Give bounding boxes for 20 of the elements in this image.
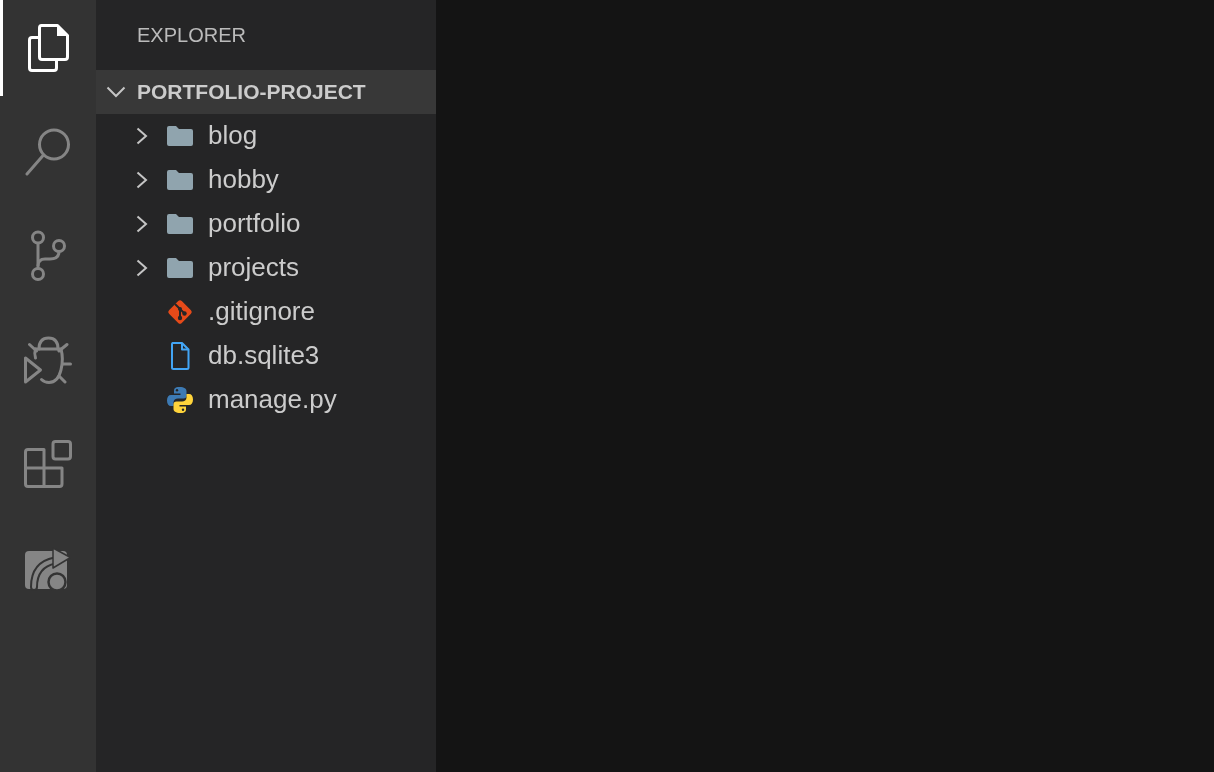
folder-name[interactable]: portfolio	[208, 208, 301, 240]
folder-icon	[166, 257, 194, 279]
file-name[interactable]: manage.py	[208, 384, 337, 416]
file-icon	[170, 342, 190, 370]
folder-name[interactable]: hobby	[208, 164, 279, 196]
file-name[interactable]: .gitignore	[208, 296, 315, 328]
folder-name[interactable]: blog	[208, 120, 258, 152]
folder-icon	[166, 169, 194, 191]
blocks-icon	[24, 440, 72, 488]
folder-name[interactable]: projects	[208, 252, 300, 284]
folder-icon	[166, 213, 194, 235]
project-header[interactable]: PORTFOLIO-PROJECT	[96, 70, 436, 114]
bug-play-icon	[24, 336, 72, 384]
branch-icon	[29, 230, 67, 282]
search-icon	[25, 128, 71, 176]
panel-title: EXPLORER	[137, 23, 246, 48]
python-icon	[166, 386, 194, 414]
folder-icon	[166, 125, 194, 147]
file-name[interactable]: db.sqlite3	[208, 340, 320, 372]
files-icon	[27, 24, 69, 72]
